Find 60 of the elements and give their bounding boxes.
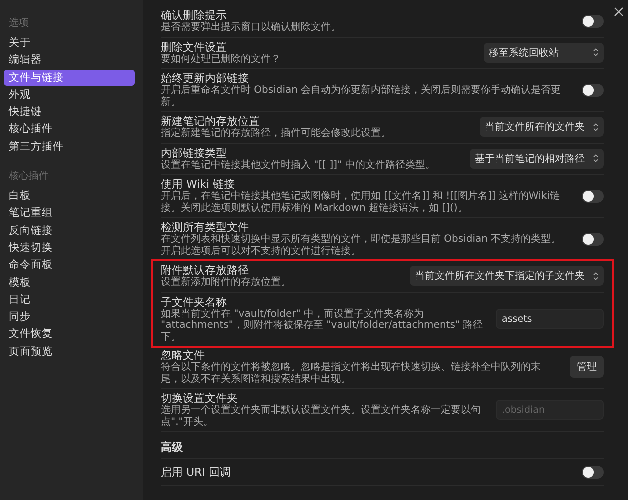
dropdown[interactable]: 当前文件所在的文件夹 — [480, 117, 604, 138]
setting-description: 如果当前文件在 "vault/folder" 中，而设置子文件夹名称为 "attachments"，则附件将被保存至 "vault/folder/attachments" 路径下。 — [161, 308, 484, 343]
setting-description: 要如何处理已删除的文件？ — [161, 54, 282, 65]
sidebar-item[interactable]: 文件恢复 — [4, 326, 135, 343]
dropdown[interactable]: 基于当前笔记的相对路径 — [470, 148, 604, 169]
toggle-switch[interactable] — [582, 466, 604, 478]
sidebar-item[interactable]: 模板 — [4, 274, 135, 291]
dropdown[interactable]: 移至系统回收站 — [484, 42, 604, 63]
setting-title: 附件默认存放路径 — [161, 264, 250, 277]
sidebar-item[interactable]: 核心插件 — [4, 121, 135, 138]
setting-description: 符合以下条件的文件将被忽略。忽略是指文件将出现在快速切换、链接补全中队列的末尾，以及不在关系图谱和搜索结果中出现。 — [161, 362, 542, 385]
sidebar-item[interactable]: 笔记重组 — [4, 205, 135, 222]
caret-icon — [593, 272, 599, 281]
setting-title: 检测所有类型文件 — [161, 221, 249, 234]
setting-title: 删除文件设置 — [161, 40, 228, 54]
text-field[interactable]: .obsidian — [496, 400, 604, 420]
setting-description: 设置在笔记中链接其他文件时插入 "[[ ]]" 中的文件路径类型。 — [161, 160, 436, 171]
sidebar-item[interactable]: 编辑器 — [4, 52, 135, 69]
setting-description: 在文件列表和快速切换中显示所有类型的文件，即使是那些目前 Obsidian 不支持的类型。开启此选项后可以对不支持的文件进行链接。 — [161, 234, 562, 257]
caret-icon — [593, 48, 599, 58]
setting-description: 开启后，在笔记中链接其他笔记或图像时，使用如 [[文件名]] 和 ![[图片名]] 这样的Wiki链接。关闭此选项则默认使用标准的 Markdown 超链接语法，如 []()。 — [161, 191, 561, 214]
sidebar-item[interactable]: 白板 — [4, 188, 135, 204]
section-heading: 高级 — [161, 432, 604, 459]
sidebar-item[interactable]: 快速切换 — [4, 240, 135, 256]
sidebar-heading: 选项 — [8, 16, 30, 30]
sidebar-item[interactable]: 关于 — [4, 35, 135, 52]
setting-description: 选用另一个设置文件夹而非默认设置文件夹。设置文件夹名称一定要以句点"."开头。 — [161, 405, 482, 428]
toggle-switch[interactable] — [582, 190, 604, 202]
toggle-switch[interactable] — [582, 232, 604, 246]
sidebar-heading: 核心插件 — [8, 170, 50, 184]
setting-title: 始终更新内部链接 — [161, 72, 249, 85]
sidebar-item[interactable]: 文件与链接 — [4, 70, 135, 86]
sidebar-item[interactable]: 命令面板 — [4, 257, 135, 274]
setting-title: 忽略文件 — [161, 349, 206, 362]
setting-title: 启用 URI 回调 — [161, 466, 232, 478]
setting-description: 开启后重命名文件时 Obsidian 会自动为你更新内部链接，关闭后则需要你手动确认是否更新。 — [161, 85, 562, 108]
sidebar-item[interactable]: 日记 — [4, 292, 135, 308]
text-field[interactable]: assets — [496, 309, 604, 330]
close-icon[interactable] — [614, 7, 624, 17]
sidebar-item[interactable]: 反向链接 — [4, 222, 135, 239]
setting-description: 指定新建笔记的存放路径，插件可能会修改此设置。 — [161, 128, 392, 140]
sidebar-item[interactable]: 页面预览 — [4, 344, 135, 360]
caret-icon — [593, 122, 599, 132]
setting-title: 确认删除提示 — [161, 9, 228, 22]
setting-title: 内部链接类型 — [161, 146, 228, 160]
caret-icon — [593, 154, 599, 164]
setting-title: 子文件夹名称 — [161, 296, 228, 308]
setting-title: 新建笔记的存放位置 — [161, 115, 261, 128]
manage-button[interactable]: 管理 — [570, 356, 604, 378]
toggle-switch[interactable] — [582, 14, 604, 28]
setting-description: 设置新添加附件的存放位置。 — [161, 277, 292, 288]
dropdown[interactable]: 当前文件所在文件夹下指定的子文件夹 — [410, 266, 604, 286]
sidebar-item[interactable]: 同步 — [4, 309, 135, 326]
setting-title: 切换设置文件夹 — [161, 392, 238, 405]
setting-title: 使用 Wiki 链接 — [161, 178, 236, 191]
sidebar-item[interactable]: 外观 — [4, 86, 135, 104]
sidebar-item[interactable]: 第三方插件 — [4, 138, 135, 156]
toggle-switch[interactable] — [582, 84, 604, 96]
setting-description: 是否需要弹出提示窗口以确认删除文件。 — [161, 22, 342, 34]
sidebar-item[interactable]: 快捷键 — [4, 104, 135, 120]
